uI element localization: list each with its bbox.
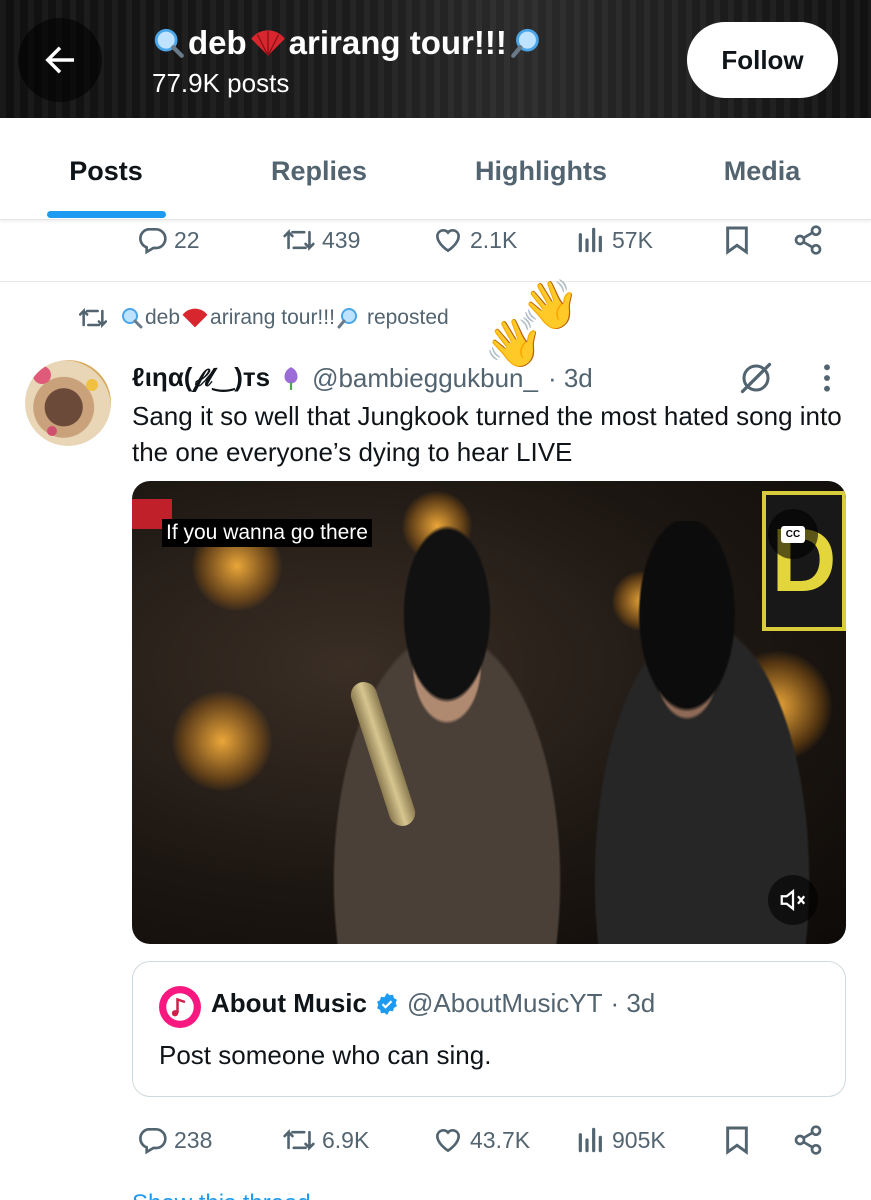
magnifier-icon (154, 28, 184, 58)
follow-button[interactable]: Follow (687, 22, 838, 98)
repost-count: 6.9K (322, 1126, 370, 1153)
cc-icon: CC (781, 525, 805, 543)
tab-highlights[interactable]: Highlights (475, 156, 607, 187)
arrow-left-icon (45, 46, 74, 74)
repost-banner: deb arirang tour!!! reposted (76, 304, 449, 332)
views-button[interactable]: 905K (576, 1116, 666, 1164)
post-count: 77.9K posts (152, 68, 290, 98)
share-icon (794, 225, 822, 255)
heart-icon (435, 1128, 461, 1153)
post-actions: 238 6.9K 43.7K 905K (0, 1116, 871, 1164)
more-options-icon[interactable] (820, 362, 834, 394)
reply-button[interactable]: 238 (136, 1116, 212, 1164)
repost-suffix: reposted (366, 306, 449, 329)
quote-display-name: About Music (211, 988, 367, 1018)
views-count: 57K (612, 226, 653, 253)
like-button[interactable]: 43.7K (432, 1116, 530, 1164)
bookmark-icon (726, 226, 748, 255)
previous-post-actions: 22 439 2.1K 57K (0, 216, 871, 264)
magnifier-icon (510, 28, 539, 58)
folding-fan-icon (182, 308, 208, 328)
quoted-post[interactable]: About Music @AboutMusicYT · 3d Post some… (132, 961, 846, 1097)
tab-media[interactable]: Media (724, 156, 801, 187)
share-icon (794, 1125, 822, 1155)
post-time[interactable]: · 3d (548, 363, 593, 394)
verified-badge-icon (377, 992, 397, 1015)
quote-author: About Music @AboutMusicYT · 3d (211, 988, 655, 1019)
bookmark-button[interactable] (722, 216, 752, 264)
magnifier-icon (337, 308, 357, 329)
views-icon (578, 227, 602, 253)
reply-icon (139, 228, 167, 255)
like-count: 2.1K (470, 226, 518, 253)
views-icon (578, 1127, 602, 1153)
avatar[interactable] (25, 360, 111, 446)
reply-button[interactable]: 22 (136, 216, 200, 264)
music-note-icon (166, 993, 194, 1021)
reposter-name-prefix: deb (145, 306, 181, 329)
purple-tulip-icon (284, 367, 298, 390)
profile-header: deb arirang tour!!! 77.9K posts Follow (0, 0, 871, 118)
reply-count: 22 (174, 226, 200, 253)
views-button[interactable]: 57K (576, 216, 653, 264)
quote-time: · 3d (610, 988, 656, 1018)
share-button[interactable] (792, 1116, 824, 1164)
repost-count: 439 (322, 226, 361, 253)
tab-replies[interactable]: Replies (271, 156, 367, 187)
title-prefix: deb (188, 24, 247, 61)
post-text: Sang it so well that Jungkook turned the… (132, 401, 842, 467)
reply-icon (139, 1128, 167, 1155)
profile-title: deb arirang tour!!! (152, 24, 543, 62)
title-suffix: arirang tour!!! (288, 24, 507, 61)
repost-icon (283, 1128, 315, 1152)
magnifier-icon (122, 308, 143, 329)
waving-hands-emoji: 👋 (484, 317, 544, 370)
show-thread-link[interactable]: Show this thread (132, 1190, 311, 1200)
reply-count: 238 (174, 1126, 213, 1153)
repost-icon (283, 228, 315, 252)
mute-button[interactable] (768, 875, 818, 925)
quote-text: Post someone who can sing. (159, 1040, 492, 1070)
captions-button[interactable]: CC (768, 509, 818, 559)
profile-tabs: Posts Replies Highlights Media (0, 118, 871, 220)
stage-light (172, 691, 272, 791)
tab-posts[interactable]: Posts (69, 156, 143, 187)
like-count: 43.7K (470, 1126, 531, 1153)
folding-fan-icon (250, 30, 285, 56)
reposter-name-suffix: arirang tour!!! (210, 306, 335, 329)
heart-icon (435, 228, 461, 253)
reposter-name[interactable]: deb arirang tour!!! reposted (120, 306, 449, 330)
post-divider (0, 281, 871, 282)
quote-handle: @AboutMusicYT (407, 988, 603, 1018)
back-button[interactable] (18, 18, 102, 102)
author-display-name[interactable]: ℓιηα(𝒻𝓁‿)ᴛs (132, 362, 270, 394)
repost-icon (78, 307, 108, 329)
bookmark-icon (726, 1126, 748, 1155)
share-button[interactable] (792, 216, 824, 264)
quote-avatar (159, 986, 201, 1028)
post-video[interactable]: D If you wanna go there CC (132, 481, 846, 944)
views-count: 905K (612, 1126, 666, 1153)
repost-button[interactable]: 6.9K (282, 1116, 369, 1164)
author-handle[interactable]: @bambieggukbun_ (312, 363, 538, 394)
muted-speaker-icon (780, 888, 806, 912)
repost-button[interactable]: 439 (282, 216, 360, 264)
grok-icon[interactable] (738, 360, 774, 396)
video-caption: If you wanna go there (162, 519, 372, 547)
post-author: ℓιηα(𝒻𝓁‿)ᴛs @bambieggukbun_ · 3d (132, 362, 593, 394)
bookmark-button[interactable] (722, 1116, 752, 1164)
like-button[interactable]: 2.1K (432, 216, 517, 264)
